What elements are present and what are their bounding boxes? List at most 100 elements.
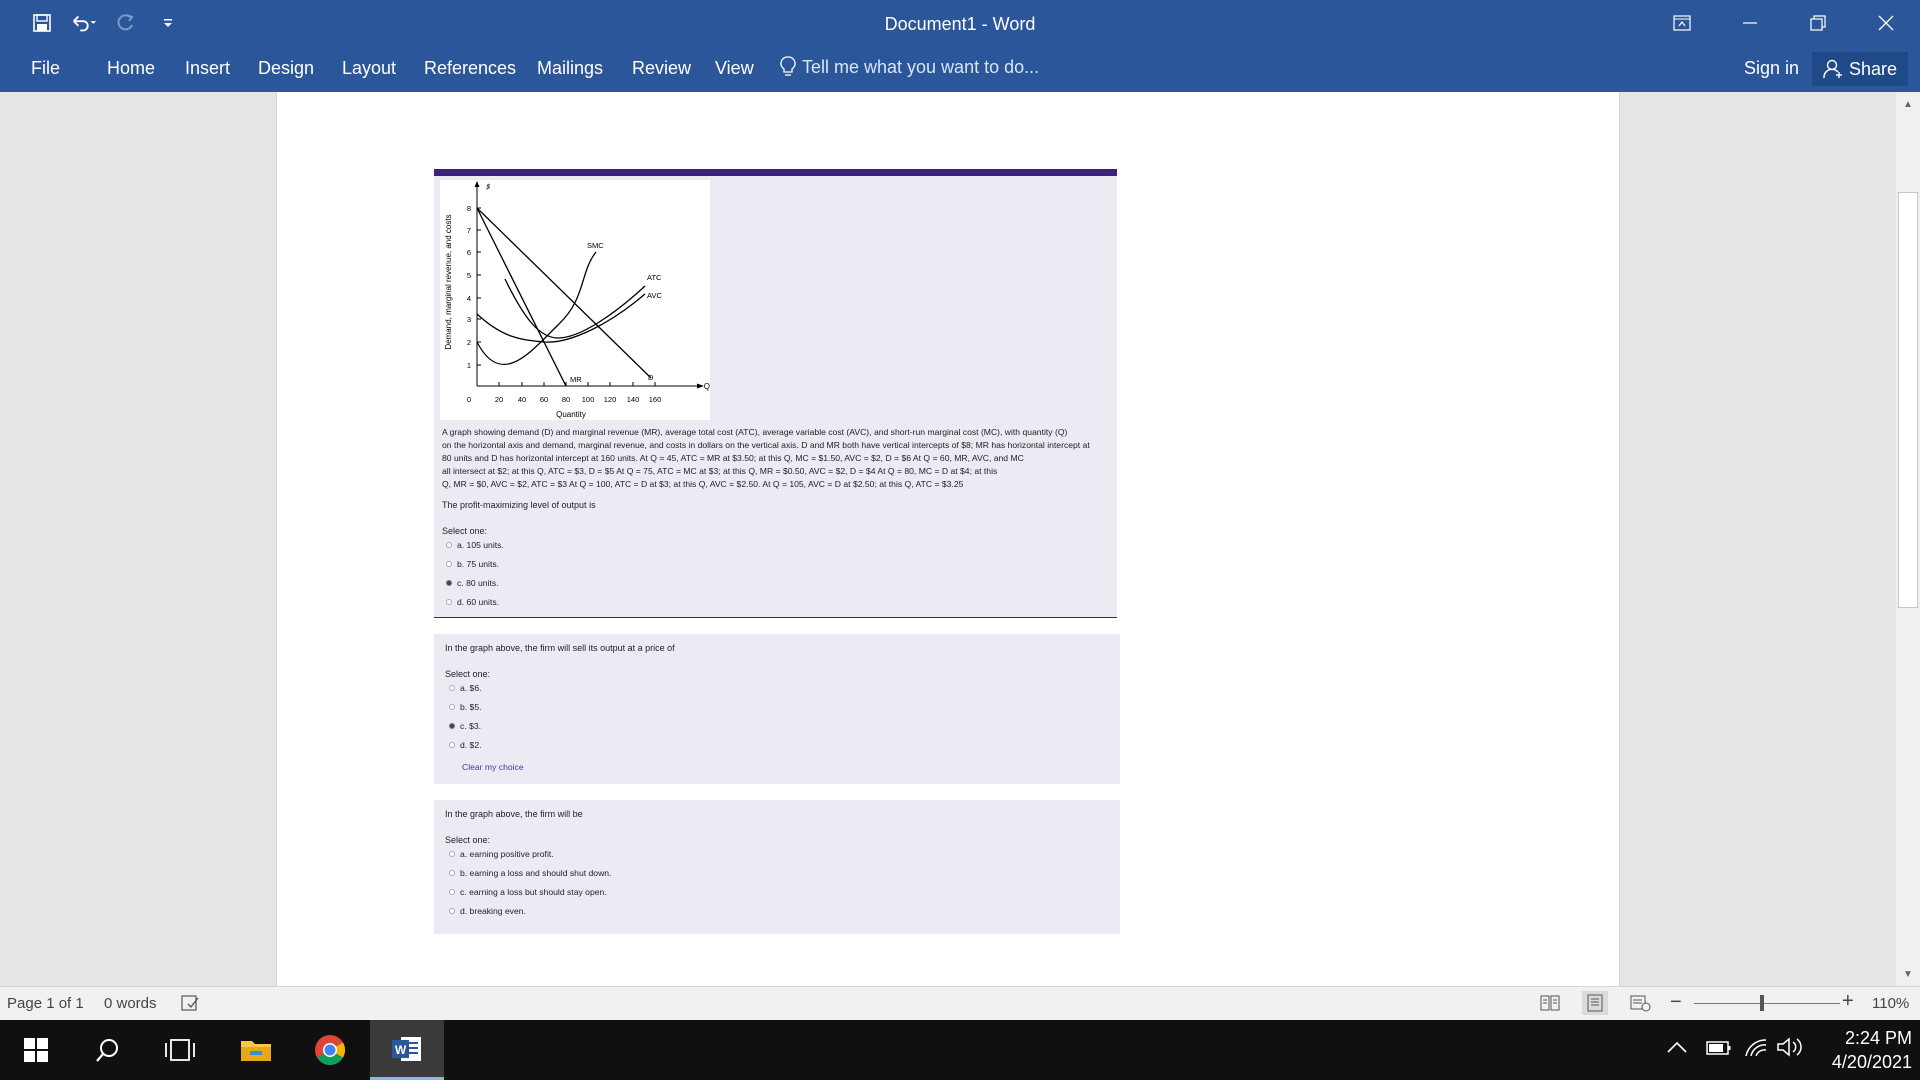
zoom-slider-thumb[interactable] bbox=[1760, 995, 1764, 1011]
description-line: Q, MR = $0, AVC = $2, ATC = $3 At Q = 10… bbox=[442, 479, 964, 489]
x-tick-label: 40 bbox=[518, 395, 526, 404]
description-line: on the horizontal axis and demand, margi… bbox=[442, 440, 1090, 450]
word-count[interactable]: 0 words bbox=[104, 995, 157, 1012]
y-tick-label: 4 bbox=[467, 294, 471, 303]
svg-text:W: W bbox=[395, 1043, 407, 1057]
question-1-option-d[interactable]: d. 60 units. bbox=[446, 597, 499, 607]
radio-button[interactable] bbox=[449, 870, 455, 876]
description-line: all intersect at $2; at this Q, ATC = $3… bbox=[442, 466, 998, 476]
option-label: b. 75 units. bbox=[457, 559, 500, 569]
question-3-option-c[interactable]: c. earning a loss but should stay open. bbox=[449, 887, 607, 897]
volume-icon[interactable] bbox=[1776, 1036, 1804, 1063]
radio-button[interactable] bbox=[446, 542, 452, 548]
radio-button[interactable] bbox=[449, 685, 455, 691]
tab-mailings[interactable]: Mailings bbox=[537, 58, 603, 79]
question-3-option-b[interactable]: b. earning a loss and should shut down. bbox=[449, 868, 611, 878]
scroll-up-icon[interactable]: ▲ bbox=[1896, 94, 1920, 114]
show-hidden-icons[interactable] bbox=[1666, 1040, 1688, 1059]
page-count[interactable]: Page 1 of 1 bbox=[7, 995, 84, 1012]
y-axis-symbol: $ bbox=[486, 183, 491, 191]
battery-icon[interactable] bbox=[1706, 1040, 1732, 1061]
avc-label: AVC bbox=[647, 291, 662, 300]
scrollbar-thumb[interactable] bbox=[1898, 192, 1918, 608]
description-line: 80 units and D has horizontal intercept … bbox=[442, 453, 1024, 463]
question-1-option-a[interactable]: a. 105 units. bbox=[446, 540, 504, 550]
zoom-level[interactable]: 110% bbox=[1872, 995, 1909, 1012]
web-layout-icon[interactable] bbox=[1630, 994, 1652, 1016]
vertical-scrollbar[interactable]: ▲ ▼ bbox=[1896, 92, 1920, 986]
radio-button[interactable] bbox=[449, 889, 455, 895]
restore-icon[interactable] bbox=[1784, 0, 1852, 46]
x-tick-label: 80 bbox=[562, 395, 570, 404]
y-axis-arrow bbox=[474, 181, 480, 187]
scroll-down-icon[interactable]: ▼ bbox=[1896, 964, 1920, 984]
lightbulb-icon bbox=[780, 56, 796, 76]
tab-references[interactable]: References bbox=[424, 58, 516, 79]
demand-curve bbox=[476, 207, 652, 379]
y-tick-label: 0 bbox=[467, 395, 471, 404]
chrome-icon[interactable] bbox=[294, 1020, 366, 1080]
tab-layout[interactable]: Layout bbox=[342, 58, 396, 79]
title-bar: Document1 - Word bbox=[0, 0, 1920, 46]
question-2-option-a[interactable]: a. $6. bbox=[449, 683, 482, 693]
ribbon-display-options-icon[interactable] bbox=[1648, 0, 1716, 46]
ribbon-tabs: File Home Insert Design Layout Reference… bbox=[0, 46, 1920, 92]
minimize-icon[interactable] bbox=[1716, 0, 1784, 46]
x-tick-label: 140 bbox=[627, 395, 640, 404]
zoom-in-icon[interactable]: + bbox=[1842, 990, 1854, 1013]
close-icon[interactable] bbox=[1852, 0, 1920, 46]
tab-insert[interactable]: Insert bbox=[185, 58, 230, 79]
tab-design[interactable]: Design bbox=[258, 58, 314, 79]
question-1-option-b[interactable]: b. 75 units. bbox=[446, 559, 499, 569]
option-label: b. earning a loss and should shut down. bbox=[460, 868, 612, 878]
system-clock[interactable]: 2:24 PM 4/20/2021 bbox=[1812, 1026, 1912, 1074]
radio-button[interactable] bbox=[449, 851, 455, 857]
file-explorer-icon[interactable] bbox=[220, 1020, 292, 1080]
description-line: A graph showing demand (D) and marginal … bbox=[442, 427, 1068, 437]
windows-taskbar: W 2:24 PM 4/20/2021 bbox=[0, 1020, 1920, 1080]
tab-file[interactable]: File bbox=[31, 58, 60, 79]
status-bar: Page 1 of 1 0 words − + 110% bbox=[0, 986, 1920, 1021]
proofing-icon[interactable] bbox=[180, 993, 200, 1017]
radio-button-selected[interactable] bbox=[449, 723, 455, 729]
clear-choice-link[interactable]: Clear my choice bbox=[462, 762, 524, 772]
radio-button-selected[interactable] bbox=[446, 580, 452, 586]
question-2-text: In the graph above, the firm will sell i… bbox=[445, 643, 675, 653]
question-2-option-b[interactable]: b. $5. bbox=[449, 702, 482, 712]
task-view-icon[interactable] bbox=[144, 1020, 216, 1080]
tab-home[interactable]: Home bbox=[107, 58, 155, 79]
tab-view[interactable]: View bbox=[715, 58, 754, 79]
radio-button[interactable] bbox=[446, 599, 452, 605]
word-taskbar-icon[interactable]: W bbox=[370, 1020, 444, 1080]
demand-label: D bbox=[648, 373, 654, 382]
avc-curve bbox=[476, 293, 646, 343]
x-axis-symbol: Q bbox=[704, 382, 710, 391]
tab-review[interactable]: Review bbox=[632, 58, 691, 79]
option-label: d. breaking even. bbox=[460, 906, 526, 916]
sign-in-link[interactable]: Sign in bbox=[1744, 58, 1799, 79]
print-layout-icon[interactable] bbox=[1582, 991, 1608, 1015]
question-3-option-d[interactable]: d. breaking even. bbox=[449, 906, 526, 916]
radio-button[interactable] bbox=[449, 704, 455, 710]
radio-button[interactable] bbox=[449, 742, 455, 748]
option-label: c. 80 units. bbox=[457, 578, 499, 588]
tell-me-box[interactable]: Tell me what you want to do... bbox=[780, 56, 1039, 78]
document-page[interactable]: $ Q Demand, marginal revenue, and costs … bbox=[276, 92, 1620, 986]
zoom-slider-track[interactable] bbox=[1694, 1003, 1840, 1004]
option-label: c. $3. bbox=[460, 721, 482, 731]
zoom-out-icon[interactable]: − bbox=[1670, 991, 1682, 1014]
share-label: Share bbox=[1848, 58, 1898, 79]
read-mode-icon[interactable] bbox=[1540, 994, 1560, 1016]
option-label: b. $5. bbox=[460, 702, 482, 712]
wifi-icon[interactable] bbox=[1744, 1036, 1768, 1063]
windows-start-icon[interactable] bbox=[0, 1020, 72, 1080]
search-icon[interactable] bbox=[72, 1020, 144, 1080]
question-1-text: The profit-maximizing level of output is bbox=[442, 500, 596, 510]
question-2-option-d[interactable]: d. $2. bbox=[449, 740, 482, 750]
radio-button[interactable] bbox=[446, 561, 452, 567]
share-button[interactable]: Share bbox=[1812, 52, 1908, 86]
radio-button[interactable] bbox=[449, 908, 455, 914]
question-3-option-a[interactable]: a. earning positive profit. bbox=[449, 849, 554, 859]
question-1-option-c[interactable]: c. 80 units. bbox=[446, 578, 499, 588]
question-2-option-c[interactable]: c. $3. bbox=[449, 721, 481, 731]
